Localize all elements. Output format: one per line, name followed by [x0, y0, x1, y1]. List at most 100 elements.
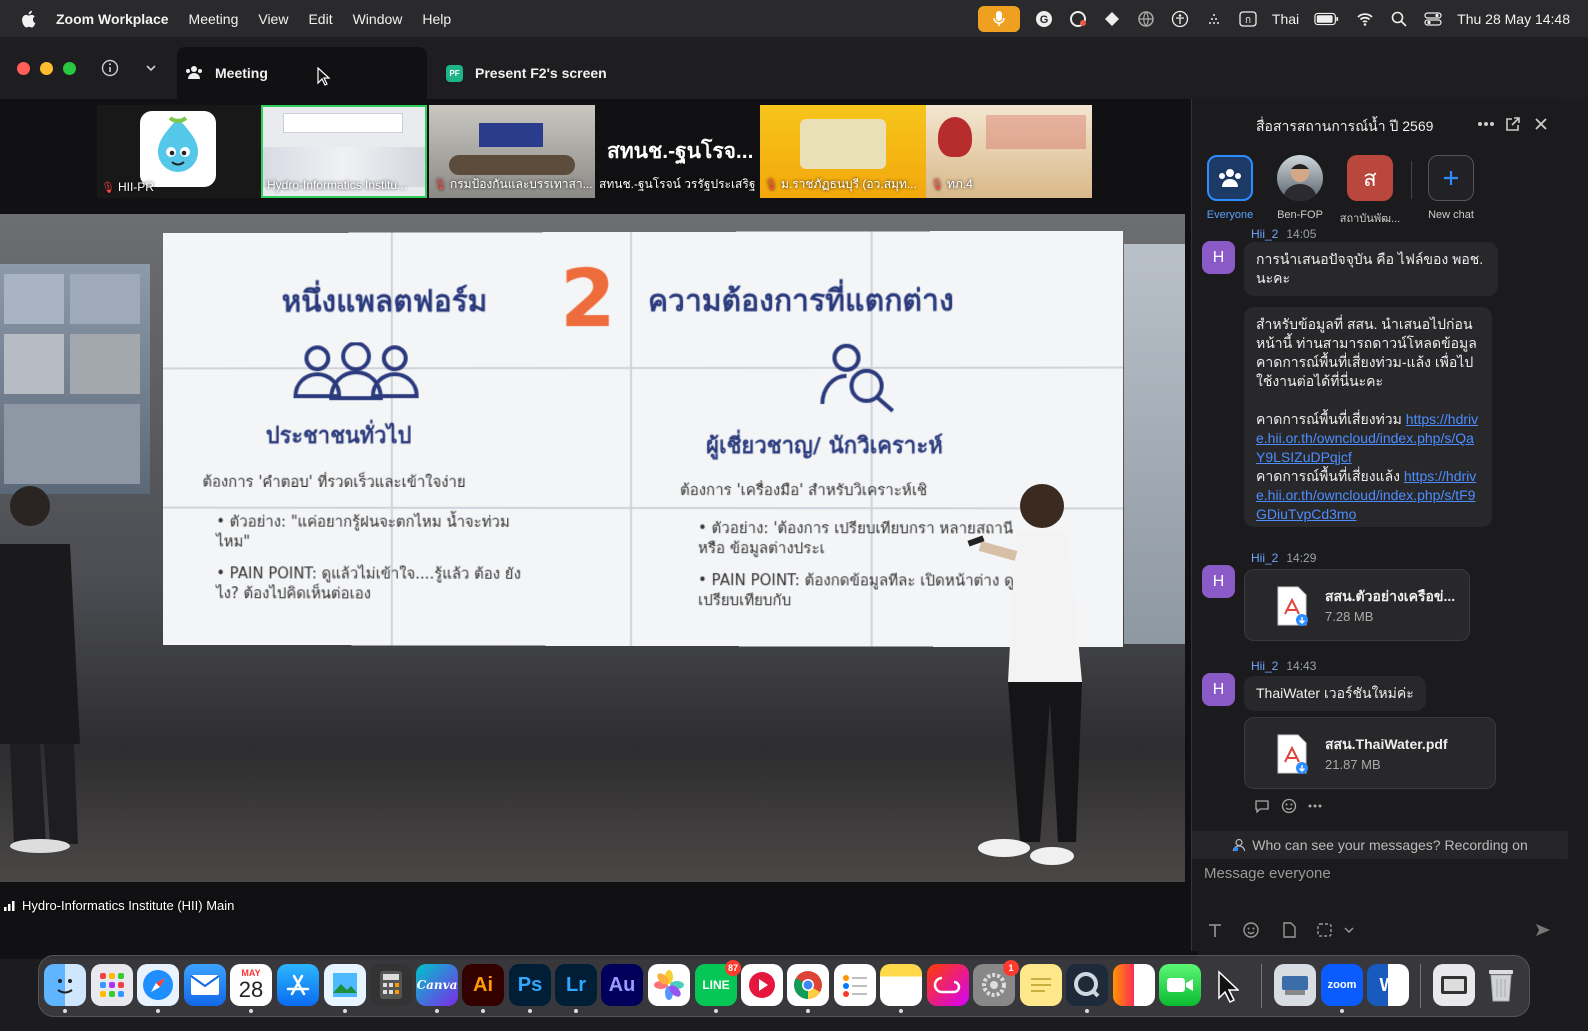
minimize-window-button[interactable] [40, 62, 53, 75]
dock-zoom-icon[interactable]: zoom [1321, 964, 1363, 1006]
dock-calendar-icon[interactable]: MAY 28 [230, 964, 272, 1006]
participant-thumbnail-active[interactable]: Hydro-Informatics Institu... [261, 105, 427, 198]
message-visibility-notice[interactable]: Who can see your messages? Recording on [1192, 831, 1568, 859]
pop-out-icon[interactable] [1505, 116, 1521, 132]
contact-ben-fop[interactable]: Ben-FOP [1265, 155, 1335, 221]
vpn-icon[interactable] [1068, 9, 1088, 29]
dock-facetime-icon[interactable] [1159, 964, 1201, 1006]
main-video-feed[interactable]: หนึ่งแพลตฟอร์ม 2 ความต้องการที่แตกต่าง ป… [0, 214, 1185, 882]
close-window-button[interactable] [17, 62, 30, 75]
new-chat-button[interactable]: New chat [1416, 155, 1486, 221]
slide-left-need: ต้องการ 'คำตอบ' ที่รวดเร็วและเข้าใจง่าย [202, 472, 466, 491]
grammarly-icon[interactable]: G [1034, 9, 1054, 29]
input-source-icon[interactable]: ก [1238, 9, 1258, 29]
participant-thumbnail[interactable]: 🎙 ทภ.4 [926, 105, 1092, 198]
mic-active-icon[interactable] [977, 5, 1020, 32]
dock-keyboard-viewer-icon[interactable] [1274, 964, 1316, 1006]
control-center-icon[interactable] [1423, 9, 1443, 29]
cloud-icon[interactable] [1204, 9, 1224, 29]
chat-message-with-links[interactable]: สำหรับข้อมูลที่ สสน. นำเสนอไปก่อนหน้านี้… [1244, 307, 1492, 527]
dock-line-icon[interactable]: LINE 87 [695, 960, 741, 1006]
fullscreen-window-button[interactable] [63, 62, 76, 75]
participant-thumbnail[interactable]: 🎙 กรมป้องกันและบรรเทาสา... [429, 105, 595, 198]
apple-icon[interactable] [20, 10, 36, 28]
chevron-down-icon[interactable] [145, 63, 157, 73]
dock-launchpad-icon[interactable] [91, 964, 133, 1006]
menu-edit[interactable]: Edit [308, 11, 332, 27]
close-icon[interactable] [1533, 116, 1549, 132]
slide-right-heading: ผู้เชี่ยวชาญ/ นักวิเคราะห์ [706, 433, 943, 460]
reply-icon[interactable] [1254, 799, 1270, 813]
text-format-icon[interactable] [1206, 921, 1224, 939]
menu-meeting[interactable]: Meeting [189, 11, 239, 27]
dock-creative-cloud-icon[interactable] [927, 964, 969, 1006]
participants-icon [186, 66, 202, 79]
chevron-down-icon[interactable] [1344, 921, 1354, 939]
menu-view[interactable]: View [258, 11, 288, 27]
signal-strength-icon [4, 901, 15, 911]
tab-present-screen[interactable]: PF Present F2's screen [446, 47, 607, 99]
screenshot-icon[interactable] [1316, 921, 1334, 939]
emoji-reaction-icon[interactable] [1281, 798, 1297, 814]
dock-app-store-icon[interactable] [277, 964, 319, 1006]
participant-thumbnail[interactable]: 🎙 HII-PR [97, 105, 263, 198]
dock-system-settings-icon[interactable]: 1 [973, 960, 1019, 1006]
dock-finder-icon[interactable] [44, 964, 86, 1006]
thumbnail-name-large: สทนช.-ฐนโรจ... [607, 140, 754, 163]
dock-safari-icon[interactable] [137, 964, 179, 1006]
dock-lightroom-icon[interactable]: Lr [555, 964, 597, 1006]
globe-icon[interactable] [1136, 9, 1156, 29]
dock-screenshot-icon[interactable] [1433, 964, 1475, 1006]
dock-stickies-icon[interactable] [1020, 964, 1062, 1006]
dock-calculator-icon[interactable] [370, 964, 412, 1006]
dock-quicktime-icon[interactable] [1066, 964, 1108, 1006]
battery-icon[interactable] [1313, 9, 1341, 29]
menu-clock[interactable]: Thu 28 May 14:48 [1457, 11, 1570, 27]
contact-label: Ben-FOP [1277, 209, 1323, 221]
dock-canva-icon[interactable]: Canva [416, 964, 458, 1006]
dock-mail-icon[interactable] [184, 964, 226, 1006]
dock-screen-recorder-icon[interactable] [741, 964, 783, 1006]
dock-trash-icon[interactable] [1480, 964, 1522, 1006]
tab-meeting[interactable]: Meeting [177, 47, 427, 99]
dock-preview-icon[interactable] [324, 964, 366, 1006]
thumbnail-name: Hydro-Informatics Institu... [267, 178, 408, 192]
input-source-label[interactable]: Thai [1272, 11, 1299, 27]
chat-message[interactable]: ThaiWater เวอร์ชันใหม่ค่ะ [1244, 676, 1426, 711]
file-attachment[interactable]: สสน.ตัวอย่างเครือข่... 7.28 MB [1244, 569, 1470, 641]
send-icon[interactable] [1534, 921, 1552, 939]
emoji-icon[interactable] [1242, 921, 1260, 939]
message-input[interactable]: Message everyone [1204, 865, 1331, 882]
contact-institute[interactable]: ส สถาบันพัฒ... [1335, 155, 1405, 227]
file-name: สสน.ตัวอย่างเครือข่... [1325, 588, 1456, 604]
wifi-icon[interactable] [1355, 9, 1375, 29]
dock-word-icon[interactable]: W [1367, 964, 1409, 1006]
file-attach-icon[interactable] [1280, 921, 1298, 939]
slide-title-right: ความต้องการที่แตกต่าง [647, 283, 954, 319]
side-display-left [0, 264, 150, 494]
more-options-icon[interactable] [1477, 121, 1495, 127]
accessibility-icon[interactable] [1170, 9, 1190, 29]
banner-backdrop [800, 119, 886, 169]
dock-photoshop-icon[interactable]: Ps [509, 964, 551, 1006]
dock-audition-icon[interactable]: Au [601, 964, 643, 1006]
dock-illustrator-icon[interactable]: Ai [462, 964, 504, 1006]
info-icon[interactable] [101, 59, 119, 77]
spotlight-icon[interactable] [1389, 9, 1409, 29]
file-size: 21.87 MB [1325, 757, 1381, 772]
control-icon[interactable] [1102, 9, 1122, 29]
message-more-icon[interactable] [1308, 804, 1322, 808]
dock-pages-icon[interactable] [1113, 964, 1155, 1006]
participant-thumbnail[interactable]: สทนช.-ฐนโรจ... สทนช.-ฐนโรจน์ วรรัฐประเสร… [595, 105, 761, 198]
dock-chrome-icon[interactable] [787, 964, 829, 1006]
menu-window[interactable]: Window [353, 11, 403, 27]
dock-reminders-icon[interactable] [834, 964, 876, 1006]
dock-notes-icon[interactable] [880, 964, 922, 1006]
chat-message[interactable]: การนำเสนอปัจจุบัน คือ ไฟล์ของ พอช. นะคะ [1244, 242, 1498, 296]
file-attachment[interactable]: สสน.ThaiWater.pdf 21.87 MB [1244, 717, 1496, 789]
participant-thumbnail[interactable]: 🎙 ม.ราชภัฏธนบุรี (อว.สมุท... [760, 105, 926, 198]
dock-photos-icon[interactable] [648, 964, 690, 1006]
menu-help[interactable]: Help [422, 11, 451, 27]
menu-app-name[interactable]: Zoom Workplace [56, 11, 169, 27]
contact-everyone[interactable]: Everyone [1195, 155, 1265, 221]
